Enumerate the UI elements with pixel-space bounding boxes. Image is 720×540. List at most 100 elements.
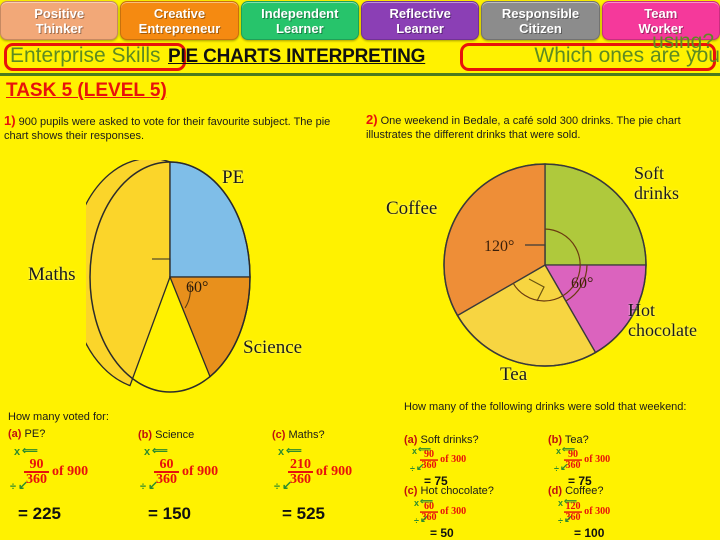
- page-title: PIE CHARTS INTERPRETING: [168, 46, 426, 67]
- of-total: of 300: [440, 454, 467, 466]
- arrow-up-icon: ⟸: [418, 444, 431, 454]
- divide-mark-c: ÷: [274, 481, 281, 493]
- pie2-angle-120-label: 120°: [484, 238, 515, 255]
- of-total: of 300: [584, 454, 611, 466]
- pie2-label-tea: Tea: [500, 364, 528, 385]
- pie-slice-soft-drinks: [544, 163, 647, 266]
- pie1-label-maths: Maths: [28, 264, 76, 285]
- question-1-part-c: (c) Maths?: [272, 429, 325, 441]
- skill-chip-line1: Positive: [34, 5, 85, 21]
- skill-chip-line2: Learner: [396, 20, 444, 36]
- question-1-working-c: 210 360 of 900: [288, 458, 353, 487]
- divide-mark-2c: ÷: [414, 516, 419, 526]
- question-1-working-a: 90 360 of 900: [24, 458, 89, 487]
- question-1-prompt: How many voted for:: [8, 411, 109, 423]
- fraction-numerator: 90: [24, 458, 49, 473]
- part-letter: (c): [404, 485, 418, 497]
- of-total: of 900: [182, 464, 219, 479]
- arrow-down-icon: ↙: [282, 478, 293, 492]
- skill-chip-independent-learner[interactable]: Independent Learner: [240, 1, 359, 40]
- divide-mark-2d: ÷: [558, 516, 563, 526]
- skill-chip-positive-thinker[interactable]: Positive Thinker: [0, 1, 119, 40]
- multiply-mark-2a: x: [412, 446, 418, 456]
- enterprise-skills-label: Enterprise Skills: [10, 44, 161, 67]
- part-letter: (b): [138, 429, 153, 441]
- question-2-number: 2): [366, 112, 378, 127]
- question-1-number: 1): [4, 113, 16, 128]
- multiply-mark-c: x: [278, 446, 285, 458]
- arrow-up-icon: ⟸: [22, 445, 38, 457]
- question-1-part-a: (a) PE?: [8, 428, 45, 440]
- divide-mark-2a: ÷: [410, 464, 415, 474]
- arrow-up-icon: ⟸: [564, 496, 577, 506]
- arrow-down-icon: ↙: [420, 514, 429, 525]
- question-1-statement: 1) 900 pupils were asked to vote for the…: [4, 114, 334, 143]
- pie2-label-soft-drinks-line2: drinks: [634, 183, 679, 203]
- pie2-label-hot-chocolate-line1: Hot: [628, 300, 655, 320]
- part-letter: (c): [272, 429, 286, 441]
- part-letter: (d): [548, 485, 563, 497]
- skill-chip-reflective-learner[interactable]: Reflective Learner: [360, 1, 480, 40]
- skill-chip-creative-entrepreneur[interactable]: Creative Entrepreneur: [120, 1, 239, 40]
- multiply-mark-2b: x: [556, 446, 562, 456]
- arrow-up-icon: ⟸: [562, 444, 575, 454]
- of-total: of 900: [316, 464, 353, 479]
- question-1-working-b: 60 360 of 900: [154, 458, 219, 487]
- pie-slice-science: [169, 276, 251, 378]
- pie2-angle-60-label: 60°: [571, 275, 594, 292]
- arrow-up-icon: ⟸: [420, 496, 433, 506]
- question-1-part-b: (b) Science: [138, 429, 194, 441]
- task-label: TASK 5 (LEVEL 5): [6, 80, 167, 101]
- skill-chip-line2: Learner: [275, 20, 324, 36]
- skill-chip-line1: Reflective: [389, 5, 451, 21]
- fraction-numerator: 60: [154, 458, 179, 473]
- title-divider: [0, 73, 720, 76]
- question-2-answer-c: = 50: [430, 526, 454, 540]
- question-1-answer-c: = 525: [282, 504, 326, 523]
- skill-chip-line1: Responsible: [501, 5, 580, 21]
- divide-mark-b: ÷: [140, 481, 147, 493]
- question-2-prompt: How many of the following drinks were so…: [404, 401, 687, 413]
- question-1-text: 900 pupils were asked to vote for their …: [4, 116, 331, 142]
- pie-chart-subjects: [86, 160, 251, 393]
- of-total: of 300: [440, 506, 467, 518]
- part-label: Science: [155, 429, 195, 441]
- question-1-answer-b: = 150: [148, 504, 192, 523]
- pie1-label-pe: PE: [222, 167, 245, 188]
- part-letter: (b): [548, 434, 563, 446]
- skill-chip-line2: Thinker: [35, 20, 83, 36]
- multiply-mark-a: x: [14, 446, 21, 458]
- of-total: of 300: [584, 506, 611, 518]
- divide-mark-2b: ÷: [554, 464, 559, 474]
- part-letter: (a): [8, 428, 22, 440]
- pie2-label-hot-chocolate-line2: chocolate: [628, 320, 697, 340]
- pie-slice-maths: [86, 160, 171, 387]
- divide-mark-a: ÷: [10, 481, 17, 493]
- question-2-answer-d: = 100: [574, 526, 605, 540]
- skill-chip-line2: Entrepreneur: [138, 20, 221, 36]
- arrow-down-icon: ↙: [148, 478, 159, 492]
- pie1-angle-60-label: 60°: [186, 279, 209, 296]
- skill-chip-line1: Independent: [261, 5, 339, 21]
- question-1-answer-a: = 225: [18, 504, 62, 523]
- arrow-down-icon: ↙: [18, 478, 29, 492]
- multiply-mark-2c: x: [414, 498, 420, 508]
- part-label: Maths?: [288, 429, 325, 441]
- pie2-label-coffee: Coffee: [386, 198, 438, 219]
- multiply-mark-2d: x: [558, 498, 564, 508]
- part-label: PE?: [24, 428, 46, 440]
- which-ones-prompt-line2: using?: [652, 30, 714, 53]
- multiply-mark-b: x: [144, 446, 151, 458]
- pie2-label-hot-chocolate: Hot chocolate: [628, 300, 697, 340]
- of-total: of 900: [52, 464, 89, 479]
- part-letter: (a): [404, 434, 418, 446]
- question-2-part-c: (c) Hot chocolate?: [404, 485, 494, 497]
- skill-chip-line1: Team: [644, 5, 678, 21]
- arrow-down-icon: ↙: [416, 462, 425, 473]
- arrow-up-icon: ⟸: [286, 445, 302, 457]
- pie1-label-science: Science: [243, 337, 303, 358]
- question-2-answer-b: = 75: [568, 474, 592, 488]
- arrow-down-icon: ↙: [560, 462, 569, 473]
- pie2-label-soft-drinks-line1: Soft: [634, 163, 665, 183]
- question-2-text: One weekend in Bedale, a café sold 300 d…: [366, 115, 681, 141]
